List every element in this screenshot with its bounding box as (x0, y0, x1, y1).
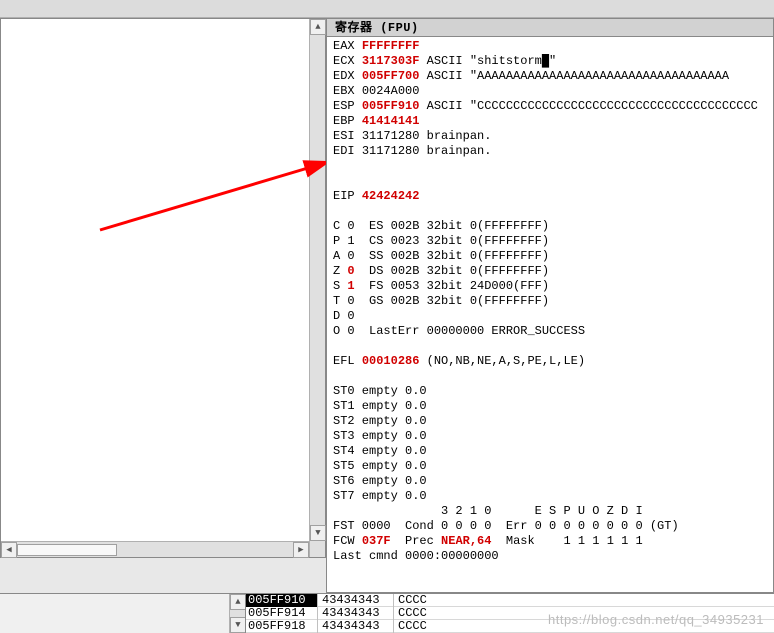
flag-row-p: P 1 CS 0023 32bit 0(FFFFFFFF) (333, 234, 773, 249)
register-row-ebp: EBP 41414141 (333, 114, 773, 129)
flag-row-o: O 0 LastErr 00000000 ERROR_SUCCESS (333, 324, 773, 339)
scroll-thumb[interactable] (17, 544, 117, 556)
fpu-st5: ST5 empty 0.0 (333, 459, 773, 474)
fpu-st6: ST6 empty 0.0 (333, 474, 773, 489)
fpu-header: 3 2 1 0 E S P U O Z D I (333, 504, 773, 519)
scroll-up-arrow-icon[interactable]: ▲ (310, 19, 326, 35)
register-row-edi: EDI 31171280 brainpan. (333, 144, 773, 159)
register-row-ecx: ECX 3117303F ASCII "shitstorm█" (333, 54, 773, 69)
register-row-eax: EAX FFFFFFFF (333, 39, 773, 54)
scroll-down-arrow-icon[interactable]: ▼ (230, 617, 246, 633)
fpu-st2: ST2 empty 0.0 (333, 414, 773, 429)
flag-row-t: T 0 GS 002B 32bit 0(FFFFFFFF) (333, 294, 773, 309)
register-row-ebx: EBX 0024A000 (333, 84, 773, 99)
flag-row-s: S 1 FS 0053 32bit 24D000(FFF) (333, 279, 773, 294)
efl-row: EFL 00010286 (NO,NB,NE,A,S,PE,L,LE) (333, 354, 773, 369)
registers-panel[interactable]: 寄存器 (FPU) EAX FFFFFFFFECX 3117303F ASCII… (326, 18, 774, 593)
scroll-right-arrow-icon[interactable]: ▶ (293, 542, 309, 558)
fpu-st3: ST3 empty 0.0 (333, 429, 773, 444)
scroll-down-arrow-icon[interactable]: ▼ (310, 525, 326, 541)
registers-panel-title: 寄存器 (FPU) (327, 19, 773, 37)
fpu-st4: ST4 empty 0.0 (333, 444, 773, 459)
fpu-last-cmnd: Last cmnd 0000:00000000 (333, 549, 773, 564)
vertical-scrollbar[interactable]: ▲ ▼ (309, 19, 325, 557)
watermark-text: https://blog.csdn.net/qq_34935231 (548, 612, 764, 627)
fpu-fst: FST 0000 Cond 0 0 0 0 Err 0 0 0 0 0 0 0 … (333, 519, 773, 534)
fpu-st0: ST0 empty 0.0 (333, 384, 773, 399)
dump-vertical-scrollbar[interactable]: ▲ ▼ (229, 594, 245, 633)
horizontal-scrollbar[interactable]: ◀ ▶ (1, 541, 309, 557)
fpu-st7: ST7 empty 0.0 (333, 489, 773, 504)
flag-row-a: A 0 SS 002B 32bit 0(FFFFFFFF) (333, 249, 773, 264)
flag-row-c: C 0 ES 002B 32bit 0(FFFFFFFF) (333, 219, 773, 234)
scroll-left-arrow-icon[interactable]: ◀ (1, 542, 17, 558)
fpu-st1: ST1 empty 0.0 (333, 399, 773, 414)
register-row-esi: ESI 31171280 brainpan. (333, 129, 773, 144)
register-row-eip: EIP 42424242 (333, 189, 773, 204)
register-row-edx: EDX 005FF700 ASCII "AAAAAAAAAAAAAAAAAAAA… (333, 69, 773, 84)
registers-content: EAX FFFFFFFFECX 3117303F ASCII "shitstor… (327, 37, 773, 564)
flag-row-z: Z 0 DS 002B 32bit 0(FFFFFFFF) (333, 264, 773, 279)
hex-dump-panel[interactable]: ▲ ▼ (0, 593, 245, 633)
window-titlebar (0, 0, 774, 18)
fpu-fcw: FCW 037F Prec NEAR,64 Mask 1 1 1 1 1 1 (333, 534, 773, 549)
disassembly-panel[interactable]: ▲ ▼ ◀ ▶ (0, 18, 326, 558)
register-row-esp: ESP 005FF910 ASCII "CCCCCCCCCCCCCCCCCCCC… (333, 99, 773, 114)
flag-row-d: D 0 (333, 309, 773, 324)
scroll-up-arrow-icon[interactable]: ▲ (230, 594, 246, 610)
